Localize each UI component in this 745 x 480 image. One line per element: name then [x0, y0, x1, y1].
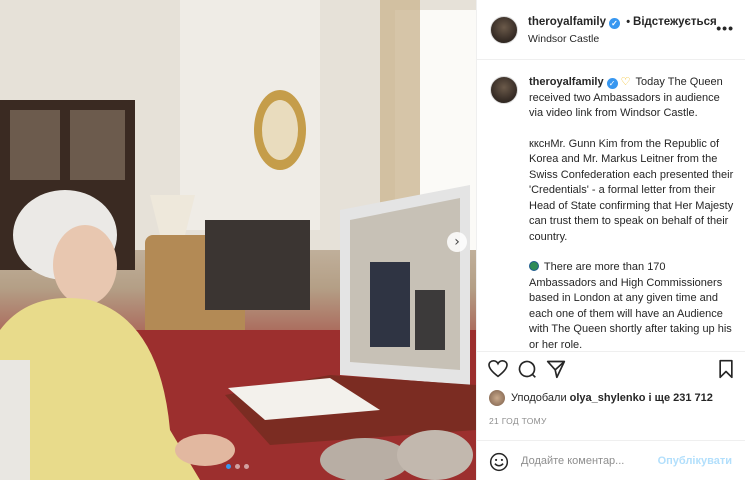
timestamp[interactable]: 21 ГОД ТОМУ — [489, 416, 547, 426]
caption-paragraph-1: theroyalfamily ✓ ♡ Today The Queen receiv… — [529, 75, 735, 122]
smiley-icon[interactable] — [489, 452, 509, 475]
caption-username-link[interactable]: theroyalfamily — [529, 76, 604, 88]
post-header: theroyalfamily ✓ • Відстежується Windsor C… — [477, 0, 745, 60]
comment-bar: Опублікувати — [477, 440, 745, 480]
comment-icon[interactable] — [516, 358, 538, 380]
globe-icon — [529, 261, 539, 271]
likes-prefix: Уподобали — [511, 392, 567, 404]
yellow-heart-icon: ♡ — [620, 76, 631, 88]
post-side-panel: theroyalfamily ✓ • Відстежується Windsor C… — [476, 0, 745, 480]
heart-icon[interactable] — [487, 358, 509, 380]
more-options-icon[interactable]: ••• — [716, 20, 734, 36]
username-link[interactable]: theroyalfamily — [528, 16, 606, 28]
caption-paragraph-3: There are more than 170 Ambassadors and … — [529, 260, 735, 351]
carousel-dot-2 — [235, 464, 240, 469]
location-link[interactable]: Windsor Castle — [528, 33, 599, 45]
liker-username-link[interactable]: olya_shylenko — [570, 392, 646, 404]
likes-summary: Уподобали olya_shylenko і ще 231 712 — [489, 390, 713, 406]
action-bar — [477, 351, 745, 387]
likes-count-link[interactable]: і ще 231 712 — [649, 392, 713, 404]
verified-badge-icon: ✓ — [608, 18, 620, 29]
post-photo[interactable]: › — [0, 0, 476, 480]
caption-text: theroyalfamily ✓ ♡ Today The Queen receiv… — [529, 75, 735, 351]
avatar[interactable] — [490, 16, 518, 44]
caption-line-3: There are more than 170 Ambassadors and … — [529, 261, 732, 351]
photo-illustration — [0, 0, 476, 480]
chevron-right-icon[interactable]: › — [447, 232, 467, 252]
separator-dot: • — [626, 16, 631, 28]
carousel-dot-3 — [244, 464, 249, 469]
bookmark-icon[interactable] — [715, 358, 737, 380]
caption-area: theroyalfamily ✓ ♡ Today The Queen receiv… — [477, 61, 745, 351]
caption-paragraph-2: ккснMr. Gunn Kim from the Republic of Ko… — [529, 137, 734, 243]
publish-button[interactable]: Опублікувати — [658, 455, 732, 467]
carousel-dot-1 — [226, 464, 231, 469]
paper-plane-icon[interactable] — [545, 358, 567, 380]
post-header-title: theroyalfamily ✓ • Відстежується — [528, 16, 717, 29]
avatar — [489, 390, 505, 406]
avatar[interactable] — [490, 76, 518, 104]
verified-badge-icon: ✓ — [606, 78, 618, 89]
follow-status-button[interactable]: Відстежується — [633, 16, 717, 28]
comment-input[interactable] — [521, 450, 661, 472]
carousel-dots — [226, 464, 249, 469]
